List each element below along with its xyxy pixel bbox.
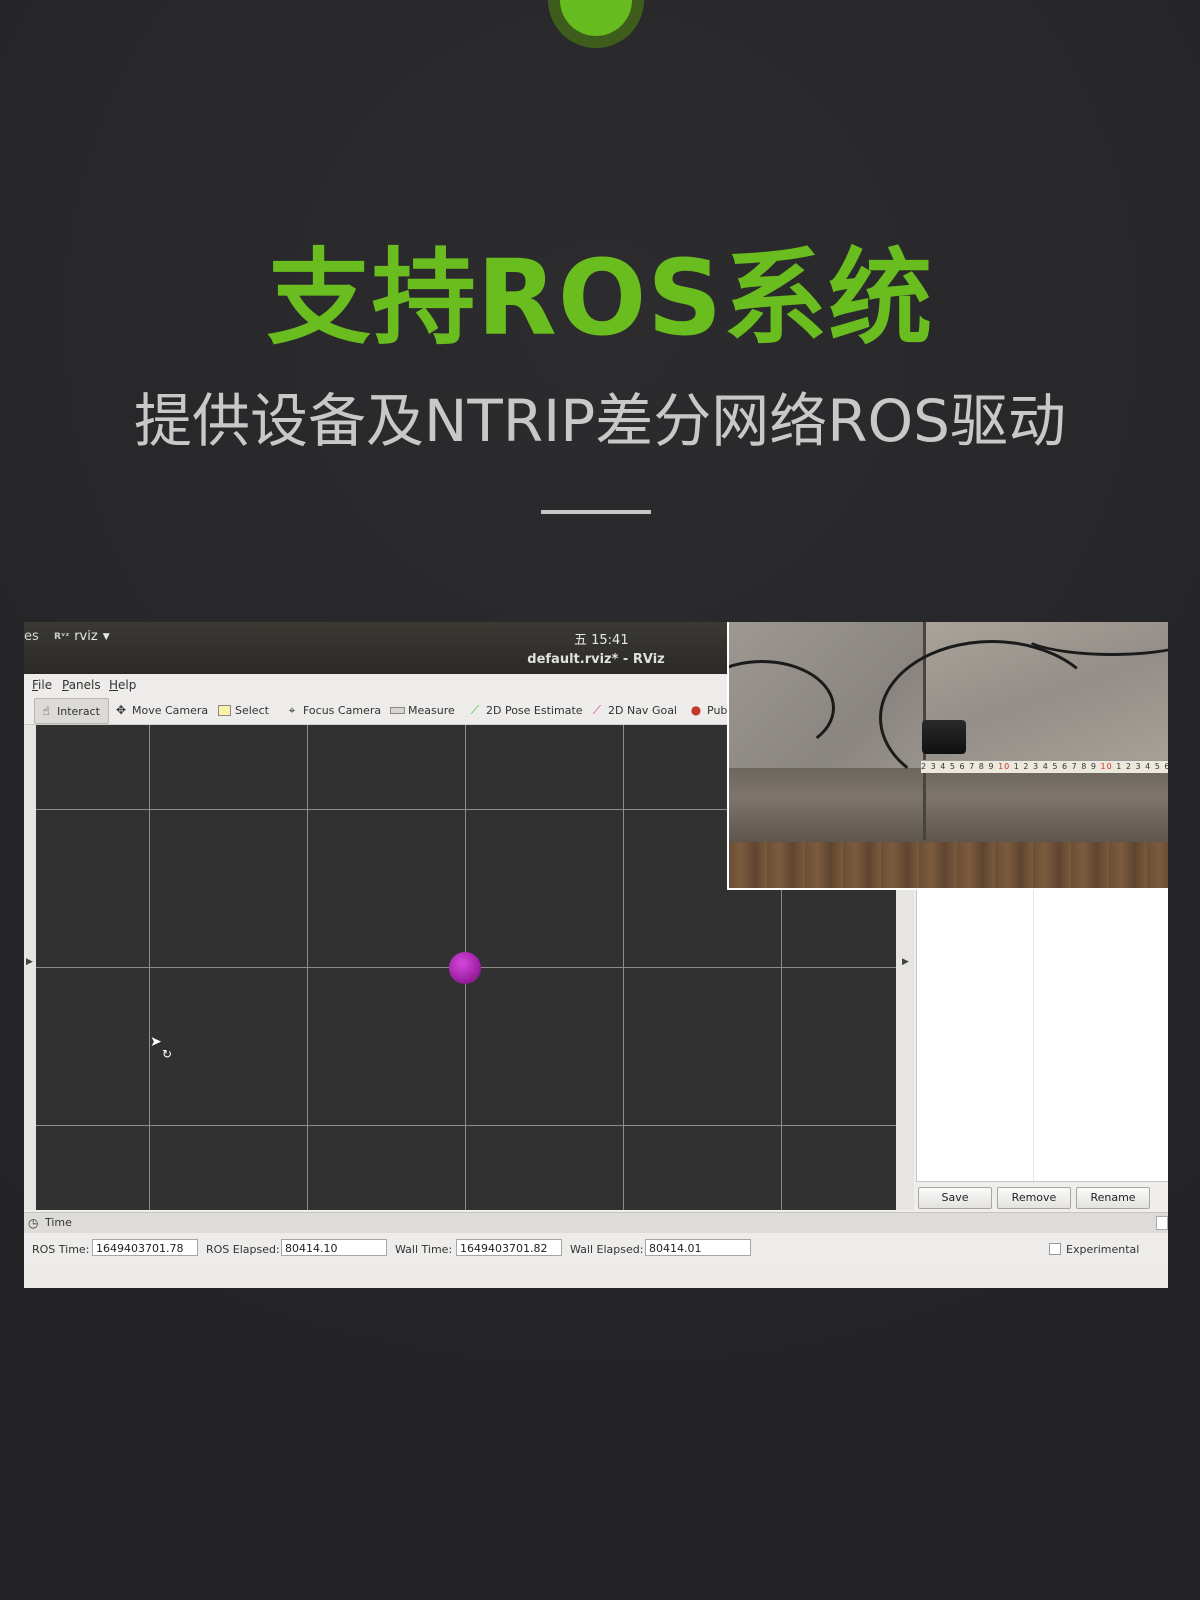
measuring-tape: 2 3 4 5 6 7 8 9 10 1 2 3 4 5 6 7 8 9 10 … bbox=[921, 760, 1168, 773]
tool-2d-nav-goal[interactable]: ⟋ 2D Nav Goal bbox=[590, 698, 677, 722]
tool-label: 2D Pose Estimate bbox=[486, 703, 583, 717]
rotate-cursor-icon: ↻ bbox=[162, 1047, 173, 1061]
status-bar bbox=[24, 1265, 1168, 1288]
time-panel-header: ◷ Time bbox=[24, 1212, 1168, 1233]
arrow-right-icon: ▶ bbox=[26, 957, 33, 967]
decorative-dot bbox=[548, 0, 644, 48]
tool-publish-point[interactable]: ● Publ bbox=[689, 698, 731, 722]
clock-icon: ◷ bbox=[28, 1216, 39, 1230]
panel-float-button[interactable] bbox=[1156, 1216, 1168, 1230]
tool-label: Measure bbox=[408, 703, 455, 717]
remove-button[interactable]: Remove bbox=[997, 1187, 1071, 1209]
wall-elapsed-field[interactable]: 80414.01 bbox=[645, 1239, 751, 1256]
tool-label: Focus Camera bbox=[303, 703, 382, 717]
system-clock[interactable]: 五 15:41 bbox=[574, 629, 629, 648]
experimental-checkbox[interactable] bbox=[1049, 1243, 1061, 1255]
rviz-logo-icon: Rᵛᶻ bbox=[54, 631, 70, 642]
rename-button[interactable]: Rename bbox=[1076, 1187, 1150, 1209]
hand-icon: ☝ bbox=[42, 704, 50, 718]
ros-elapsed-label: ROS Elapsed: bbox=[206, 1243, 280, 1256]
subheadline: 提供设备及NTRIP差分网络ROS驱动 bbox=[134, 387, 1066, 455]
mouse-cursor-icon: ➤ bbox=[150, 1034, 162, 1050]
left-dock-handle[interactable]: ▶ bbox=[24, 725, 36, 1210]
position-marker bbox=[449, 952, 481, 984]
wood-floor bbox=[729, 842, 1168, 888]
move-camera-icon: ✥ bbox=[115, 703, 127, 717]
menu-panels[interactable]: Panels bbox=[62, 678, 101, 692]
divider-line bbox=[541, 510, 651, 514]
green-arrow-icon: ⟋ bbox=[470, 702, 480, 717]
rviz-screenshot: es Rᵛᶻ rviz ▼ 五 15:41 default.rviz* - RV… bbox=[24, 622, 1168, 1288]
ros-elapsed-field[interactable]: 80414.10 bbox=[281, 1239, 387, 1256]
grid-line bbox=[36, 1125, 896, 1126]
tool-focus-camera[interactable]: ⌖ Focus Camera bbox=[285, 698, 381, 722]
tool-label: Interact bbox=[57, 704, 100, 718]
tape-digits: 2 3 4 5 6 7 8 9 bbox=[921, 762, 999, 771]
decorative-dot-inner bbox=[560, 0, 632, 36]
tool-label: 2D Nav Goal bbox=[608, 703, 677, 717]
promo-page: 支持ROS系统 提供设备及NTRIP差分网络ROS驱动 es Rᵛᶻ rviz … bbox=[0, 0, 1200, 1600]
time-panel-title: Time bbox=[45, 1216, 72, 1229]
save-button[interactable]: Save bbox=[918, 1187, 992, 1209]
tape-digits: 1 2 3 4 5 6 7 bbox=[1116, 762, 1168, 771]
wall-time-label: Wall Time: bbox=[395, 1243, 453, 1256]
column-divider bbox=[1033, 885, 1034, 1181]
views-panel-list[interactable] bbox=[916, 884, 1168, 1182]
ros-time-label: ROS Time: bbox=[32, 1243, 90, 1256]
experimental-label: Experimental bbox=[1066, 1243, 1140, 1256]
menu-file[interactable]: File bbox=[32, 678, 52, 692]
menu-help[interactable]: Help bbox=[109, 678, 136, 692]
tool-interact[interactable]: ☝ Interact bbox=[34, 698, 109, 724]
gnss-receiver-device bbox=[922, 720, 966, 754]
activities-fragment[interactable]: es bbox=[24, 629, 39, 644]
arrow-right-icon: ▶ bbox=[902, 957, 909, 967]
tool-label: Move Camera bbox=[132, 703, 209, 717]
chevron-down-icon: ▼ bbox=[102, 631, 110, 642]
wall-time-field[interactable]: 1649403701.82 bbox=[456, 1239, 562, 1256]
tool-move-camera[interactable]: ✥ Move Camera bbox=[114, 698, 208, 722]
tool-2d-pose-estimate[interactable]: ⟋ 2D Pose Estimate bbox=[468, 698, 583, 722]
pink-arrow-icon: ⟋ bbox=[592, 702, 602, 717]
tool-measure[interactable]: Measure bbox=[390, 698, 455, 722]
tape-mark: 10 bbox=[1100, 762, 1113, 771]
select-box-icon bbox=[217, 703, 231, 717]
ruler-icon bbox=[390, 703, 405, 717]
tape-digits: 1 2 3 4 5 6 7 8 9 bbox=[1010, 762, 1101, 771]
tool-select[interactable]: Select bbox=[217, 698, 269, 722]
headline: 支持ROS系统 bbox=[266, 237, 934, 359]
map-pin-icon: ● bbox=[690, 703, 702, 717]
time-panel-fields: ROS Time: 1649403701.78 ROS Elapsed: 804… bbox=[24, 1233, 1168, 1265]
tool-label: Select bbox=[235, 703, 269, 717]
tape-mark: 10 bbox=[998, 762, 1011, 771]
device-photo: 2 3 4 5 6 7 8 9 10 1 2 3 4 5 6 7 8 9 10 … bbox=[727, 622, 1168, 890]
focus-camera-icon: ⌖ bbox=[288, 702, 296, 717]
wall-elapsed-label: Wall Elapsed: bbox=[570, 1243, 644, 1256]
app-menu-label: rviz bbox=[74, 629, 98, 644]
app-menu[interactable]: Rᵛᶻ rviz ▼ bbox=[54, 629, 110, 644]
ros-time-field[interactable]: 1649403701.78 bbox=[92, 1239, 198, 1256]
